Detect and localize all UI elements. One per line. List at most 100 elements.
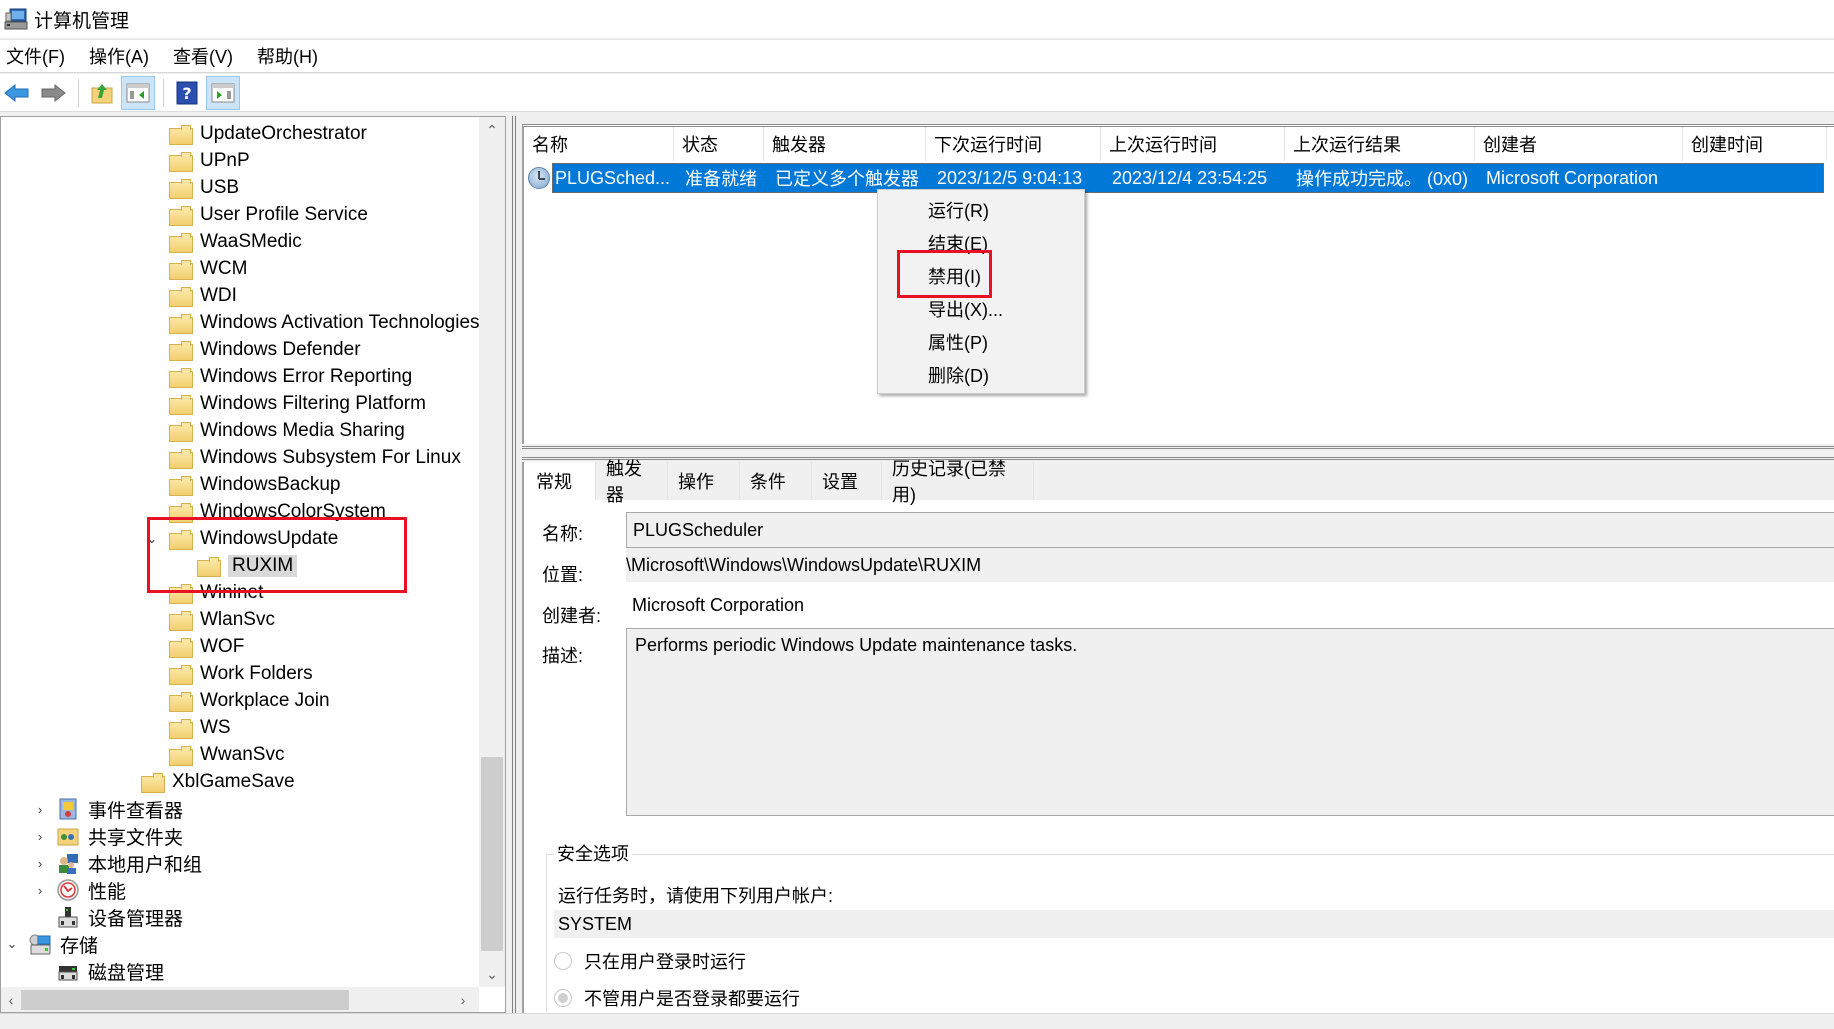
chevron-right-icon[interactable]: › xyxy=(33,829,47,844)
tree-folder-windows-error-reporting[interactable]: Windows Error Reporting xyxy=(169,364,412,390)
task-author: Microsoft Corporation xyxy=(1486,167,1659,188)
tree-folder-windows-defender[interactable]: Windows Defender xyxy=(169,337,361,363)
tab-actions[interactable]: 操作 xyxy=(668,462,740,500)
tree-folder-work-folders[interactable]: Work Folders xyxy=(169,661,313,687)
tree-item-storage[interactable]: ⌄ 存储 xyxy=(5,931,98,957)
security-options-title: 安全选项 xyxy=(554,840,632,866)
menu-view[interactable]: 查看(V) xyxy=(167,43,245,69)
tree-folder-xblgamesave[interactable]: XblGameSave xyxy=(141,769,295,795)
tree-folder-workplace-join[interactable]: Workplace Join xyxy=(169,688,330,714)
menu-item-properties[interactable]: 属性(P) xyxy=(878,325,1084,358)
location-field[interactable]: \Microsoft\Windows\WindowsUpdate\RUXIM xyxy=(626,548,1834,582)
scrollbar-thumb[interactable] xyxy=(21,990,349,1010)
column-header-status[interactable]: 状态 xyxy=(674,127,764,161)
tree-folder-waasmedic[interactable]: WaaSMedic xyxy=(169,229,302,255)
menu-action[interactable]: 操作(A) xyxy=(83,43,161,69)
tree-horizontal-scrollbar[interactable]: ‹ › xyxy=(1,987,479,1012)
tree-folder-wcm[interactable]: WCM xyxy=(169,256,247,282)
task-row-selection[interactable]: PLUGSched... 准备就绪 已定义多个触发器 2023/12/5 9:0… xyxy=(552,163,1824,193)
folder-icon xyxy=(169,368,193,388)
scroll-up-arrow-icon[interactable]: ⌃ xyxy=(479,117,505,143)
column-header-last-result[interactable]: 上次运行结果 xyxy=(1285,127,1475,161)
tree-folder-windows-filtering-platform[interactable]: Windows Filtering Platform xyxy=(169,391,426,417)
list-detail-splitter[interactable] xyxy=(522,446,1834,460)
tree-folder-wdi[interactable]: WDI xyxy=(169,283,237,309)
name-field[interactable]: PLUGScheduler xyxy=(626,512,1834,548)
tree-folder-windows-activation-technologies[interactable]: Windows Activation Technologies xyxy=(169,310,479,336)
chevron-right-icon[interactable]: › xyxy=(33,856,47,871)
name-label: 名称: xyxy=(542,524,584,544)
tree-item-performance[interactable]: › 性能 xyxy=(33,877,126,903)
scroll-right-arrow-icon[interactable]: › xyxy=(453,987,473,1012)
show-hide-action-pane-button[interactable] xyxy=(206,75,240,110)
event-viewer-icon xyxy=(59,798,77,820)
tree-folder-windows-subsystem-for-linux[interactable]: Windows Subsystem For Linux xyxy=(169,445,461,471)
folder-icon xyxy=(169,125,193,145)
description-field[interactable]: Performs periodic Windows Update mainten… xyxy=(626,628,1834,816)
menu-item-delete[interactable]: 删除(D) xyxy=(878,358,1084,391)
radio-button-icon[interactable] xyxy=(554,952,572,970)
scroll-down-arrow-icon[interactable]: ⌄ xyxy=(479,961,505,987)
tree-folder-user-profile-service[interactable]: User Profile Service xyxy=(169,202,368,228)
show-hide-console-tree-button[interactable] xyxy=(121,75,155,110)
menu-item-run[interactable]: 运行(R) xyxy=(878,193,1084,226)
tree-folder-windows-media-sharing[interactable]: Windows Media Sharing xyxy=(169,418,405,444)
task-row[interactable]: PLUGSched... 准备就绪 已定义多个触发器 2023/12/5 9:0… xyxy=(528,163,1824,193)
radio-button-selected-icon[interactable] xyxy=(554,989,572,1007)
tree-folder-windowscolorsystem[interactable]: WindowsColorSystem xyxy=(169,499,386,525)
tree-item-device-manager[interactable]: 设备管理器 xyxy=(57,904,183,930)
column-header-author[interactable]: 创建者 xyxy=(1475,127,1683,161)
tree-item-event-viewer[interactable]: › 事件查看器 xyxy=(33,796,183,822)
column-header-name[interactable]: 名称 xyxy=(524,127,674,161)
chevron-right-icon[interactable]: › xyxy=(33,802,47,817)
tree-folder-wininet[interactable]: Wininet xyxy=(169,580,263,606)
help-button[interactable]: ? xyxy=(170,76,204,110)
chevron-down-icon[interactable]: ⌄ xyxy=(145,531,159,546)
column-header-created[interactable]: 创建时间 xyxy=(1683,127,1827,161)
folder-icon xyxy=(169,260,193,280)
tab-general[interactable]: 常规 xyxy=(524,462,596,500)
menu-help[interactable]: 帮助(H) xyxy=(251,43,330,69)
folder-icon xyxy=(169,341,193,361)
tree-item-disk-management[interactable]: 磁盘管理 xyxy=(57,958,164,984)
tree-folder-windowsbackup[interactable]: WindowsBackup xyxy=(169,472,340,498)
tree-item-shared-folders[interactable]: › 共享文件夹 xyxy=(33,823,183,849)
tab-conditions[interactable]: 条件 xyxy=(740,462,812,500)
menu-item-end[interactable]: 结束(E) xyxy=(878,226,1084,259)
tab-triggers[interactable]: 触发器 xyxy=(596,459,668,505)
menu-bar: 文件(F) 操作(A) 查看(V) 帮助(H) xyxy=(0,39,1834,73)
tab-history[interactable]: 历史记录(已禁用) xyxy=(882,459,1034,505)
radio-run-only-when-logged-on[interactable]: 只在用户登录时运行 xyxy=(554,948,746,974)
detail-tabs: 常规 触发器 操作 条件 设置 历史记录(已禁用) xyxy=(524,459,1834,505)
tree-vertical-scrollbar[interactable]: ⌃ ⌄ xyxy=(479,117,505,987)
menu-file[interactable]: 文件(F) xyxy=(0,43,77,69)
column-header-next-run[interactable]: 下次运行时间 xyxy=(926,127,1101,161)
back-button[interactable] xyxy=(0,76,34,110)
column-header-triggers[interactable]: 触发器 xyxy=(764,127,926,161)
radio-run-whether-logged-on[interactable]: 不管用户是否登录都要运行 xyxy=(554,985,800,1011)
show-hide-action-pane-icon xyxy=(211,83,235,102)
forward-button[interactable] xyxy=(36,76,70,110)
column-header-last-run[interactable]: 上次运行时间 xyxy=(1101,127,1285,161)
tab-settings[interactable]: 设置 xyxy=(812,462,882,500)
chevron-right-icon[interactable]: › xyxy=(33,883,47,898)
tree-folder-usb[interactable]: USB xyxy=(169,175,239,201)
tree-folder-updateorchestrator[interactable]: UpdateOrchestrator xyxy=(169,121,367,147)
scroll-left-arrow-icon[interactable]: ‹ xyxy=(1,987,21,1012)
tree-folder-ws[interactable]: WS xyxy=(169,715,231,741)
menu-item-export[interactable]: 导出(X)... xyxy=(878,292,1084,325)
title-bar: 计算机管理 xyxy=(0,0,1834,38)
menu-item-disable[interactable]: 禁用(I) xyxy=(878,259,1084,292)
tree-folder-windowsupdate[interactable]: ⌄ WindowsUpdate xyxy=(145,526,338,552)
scrollbar-thumb[interactable] xyxy=(481,757,503,951)
tree-folder-upnp[interactable]: UPnP xyxy=(169,148,250,174)
tree-folder-wof[interactable]: WOF xyxy=(169,634,244,660)
up-one-level-button[interactable] xyxy=(85,76,119,110)
location-label: 位置: xyxy=(542,565,584,585)
folder-icon xyxy=(169,665,193,685)
tree-folder-wlansvc[interactable]: WlanSvc xyxy=(169,607,275,633)
chevron-down-icon[interactable]: ⌄ xyxy=(5,936,19,951)
tree-folder-wwansvc[interactable]: WwanSvc xyxy=(169,742,284,768)
tree-item-local-users-groups[interactable]: › 本地用户和组 xyxy=(33,850,202,876)
tree-folder-ruxim[interactable]: RUXIM xyxy=(197,553,298,579)
